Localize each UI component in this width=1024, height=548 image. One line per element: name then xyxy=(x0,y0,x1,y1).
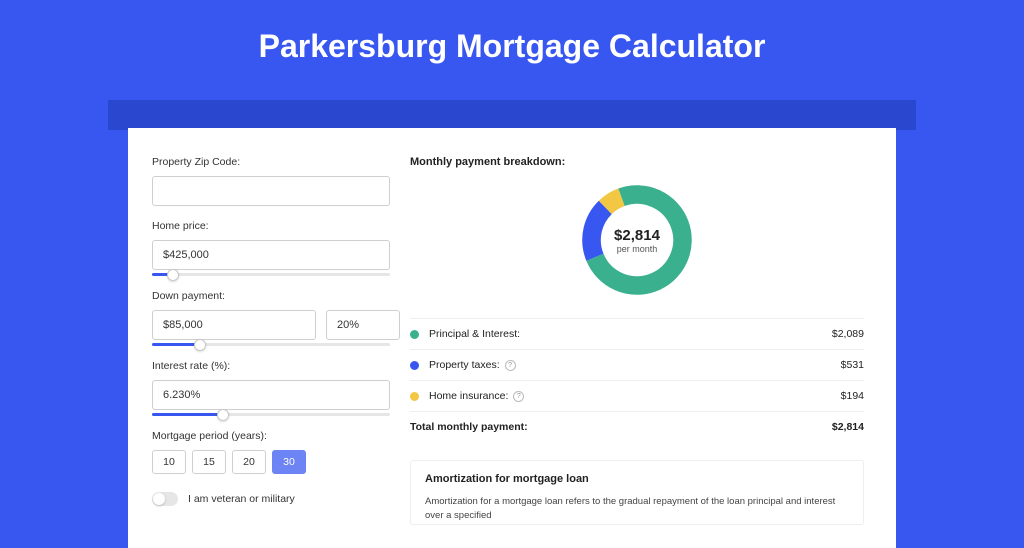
downpayment-amount-input[interactable] xyxy=(152,310,316,340)
zip-group: Property Zip Code: xyxy=(152,156,390,206)
zip-input[interactable] xyxy=(152,176,390,206)
veteran-row: I am veteran or military xyxy=(152,492,390,506)
period-option-15[interactable]: 15 xyxy=(192,450,226,474)
legend-dot xyxy=(410,361,419,370)
legend-value: $194 xyxy=(841,390,864,402)
rate-group: Interest rate (%): xyxy=(152,360,390,416)
downpayment-slider-thumb[interactable] xyxy=(194,339,206,351)
period-option-20[interactable]: 20 xyxy=(232,450,266,474)
rate-slider-thumb[interactable] xyxy=(217,409,229,421)
donut-center: $2,814 per month xyxy=(577,180,697,300)
downpayment-group: Down payment: xyxy=(152,290,390,346)
amortization-text: Amortization for a mortgage loan refers … xyxy=(425,495,849,524)
rate-input[interactable] xyxy=(152,380,390,410)
donut-chart: $2,814 per month xyxy=(577,180,697,300)
rate-label: Interest rate (%): xyxy=(152,360,390,372)
rate-slider-fill xyxy=(152,413,223,416)
amortization-section: Amortization for mortgage loan Amortizat… xyxy=(410,460,864,525)
downpayment-slider-fill xyxy=(152,343,200,346)
veteran-label: I am veteran or military xyxy=(188,493,295,505)
help-icon[interactable]: ? xyxy=(513,391,524,402)
period-option-10[interactable]: 10 xyxy=(152,450,186,474)
legend-dot xyxy=(410,392,419,401)
amortization-title: Amortization for mortgage loan xyxy=(425,473,849,485)
results-panel: Monthly payment breakdown: $2,814 per mo… xyxy=(410,156,864,548)
calculator-card: Property Zip Code: Home price: Down paym… xyxy=(128,128,896,548)
price-slider[interactable] xyxy=(152,273,390,276)
period-options: 10152030 xyxy=(152,450,390,474)
legend-label: Property taxes: ? xyxy=(429,359,841,371)
price-label: Home price: xyxy=(152,220,390,232)
price-slider-thumb[interactable] xyxy=(167,269,179,281)
page-title: Parkersburg Mortgage Calculator xyxy=(0,0,1024,87)
downpayment-percent-input[interactable] xyxy=(326,310,400,340)
zip-label: Property Zip Code: xyxy=(152,156,390,168)
breakdown-title: Monthly payment breakdown: xyxy=(410,156,864,168)
downpayment-label: Down payment: xyxy=(152,290,390,302)
breakdown-legend: Principal & Interest:$2,089Property taxe… xyxy=(410,318,864,442)
header-shadow xyxy=(108,100,916,130)
legend-row: Principal & Interest:$2,089 xyxy=(410,319,864,350)
legend-value: $2,089 xyxy=(832,328,864,340)
veteran-toggle[interactable] xyxy=(152,492,178,506)
period-label: Mortgage period (years): xyxy=(152,430,390,442)
price-group: Home price: xyxy=(152,220,390,276)
period-option-30[interactable]: 30 xyxy=(272,450,306,474)
donut-sub: per month xyxy=(617,244,658,254)
legend-row-total: Total monthly payment:$2,814 xyxy=(410,412,864,442)
legend-label: Principal & Interest: xyxy=(429,328,832,340)
donut-value: $2,814 xyxy=(614,227,660,244)
rate-slider[interactable] xyxy=(152,413,390,416)
total-value: $2,814 xyxy=(832,421,864,433)
legend-value: $531 xyxy=(841,359,864,371)
legend-label: Home insurance: ? xyxy=(429,390,841,402)
legend-dot xyxy=(410,330,419,339)
price-input[interactable] xyxy=(152,240,390,270)
downpayment-slider[interactable] xyxy=(152,343,390,346)
total-label: Total monthly payment: xyxy=(410,421,832,433)
period-group: Mortgage period (years): 10152030 xyxy=(152,430,390,474)
help-icon[interactable]: ? xyxy=(505,360,516,371)
legend-row: Property taxes: ?$531 xyxy=(410,350,864,381)
legend-row: Home insurance: ?$194 xyxy=(410,381,864,412)
donut-chart-wrap: $2,814 per month xyxy=(410,180,864,300)
inputs-panel: Property Zip Code: Home price: Down paym… xyxy=(152,156,390,548)
